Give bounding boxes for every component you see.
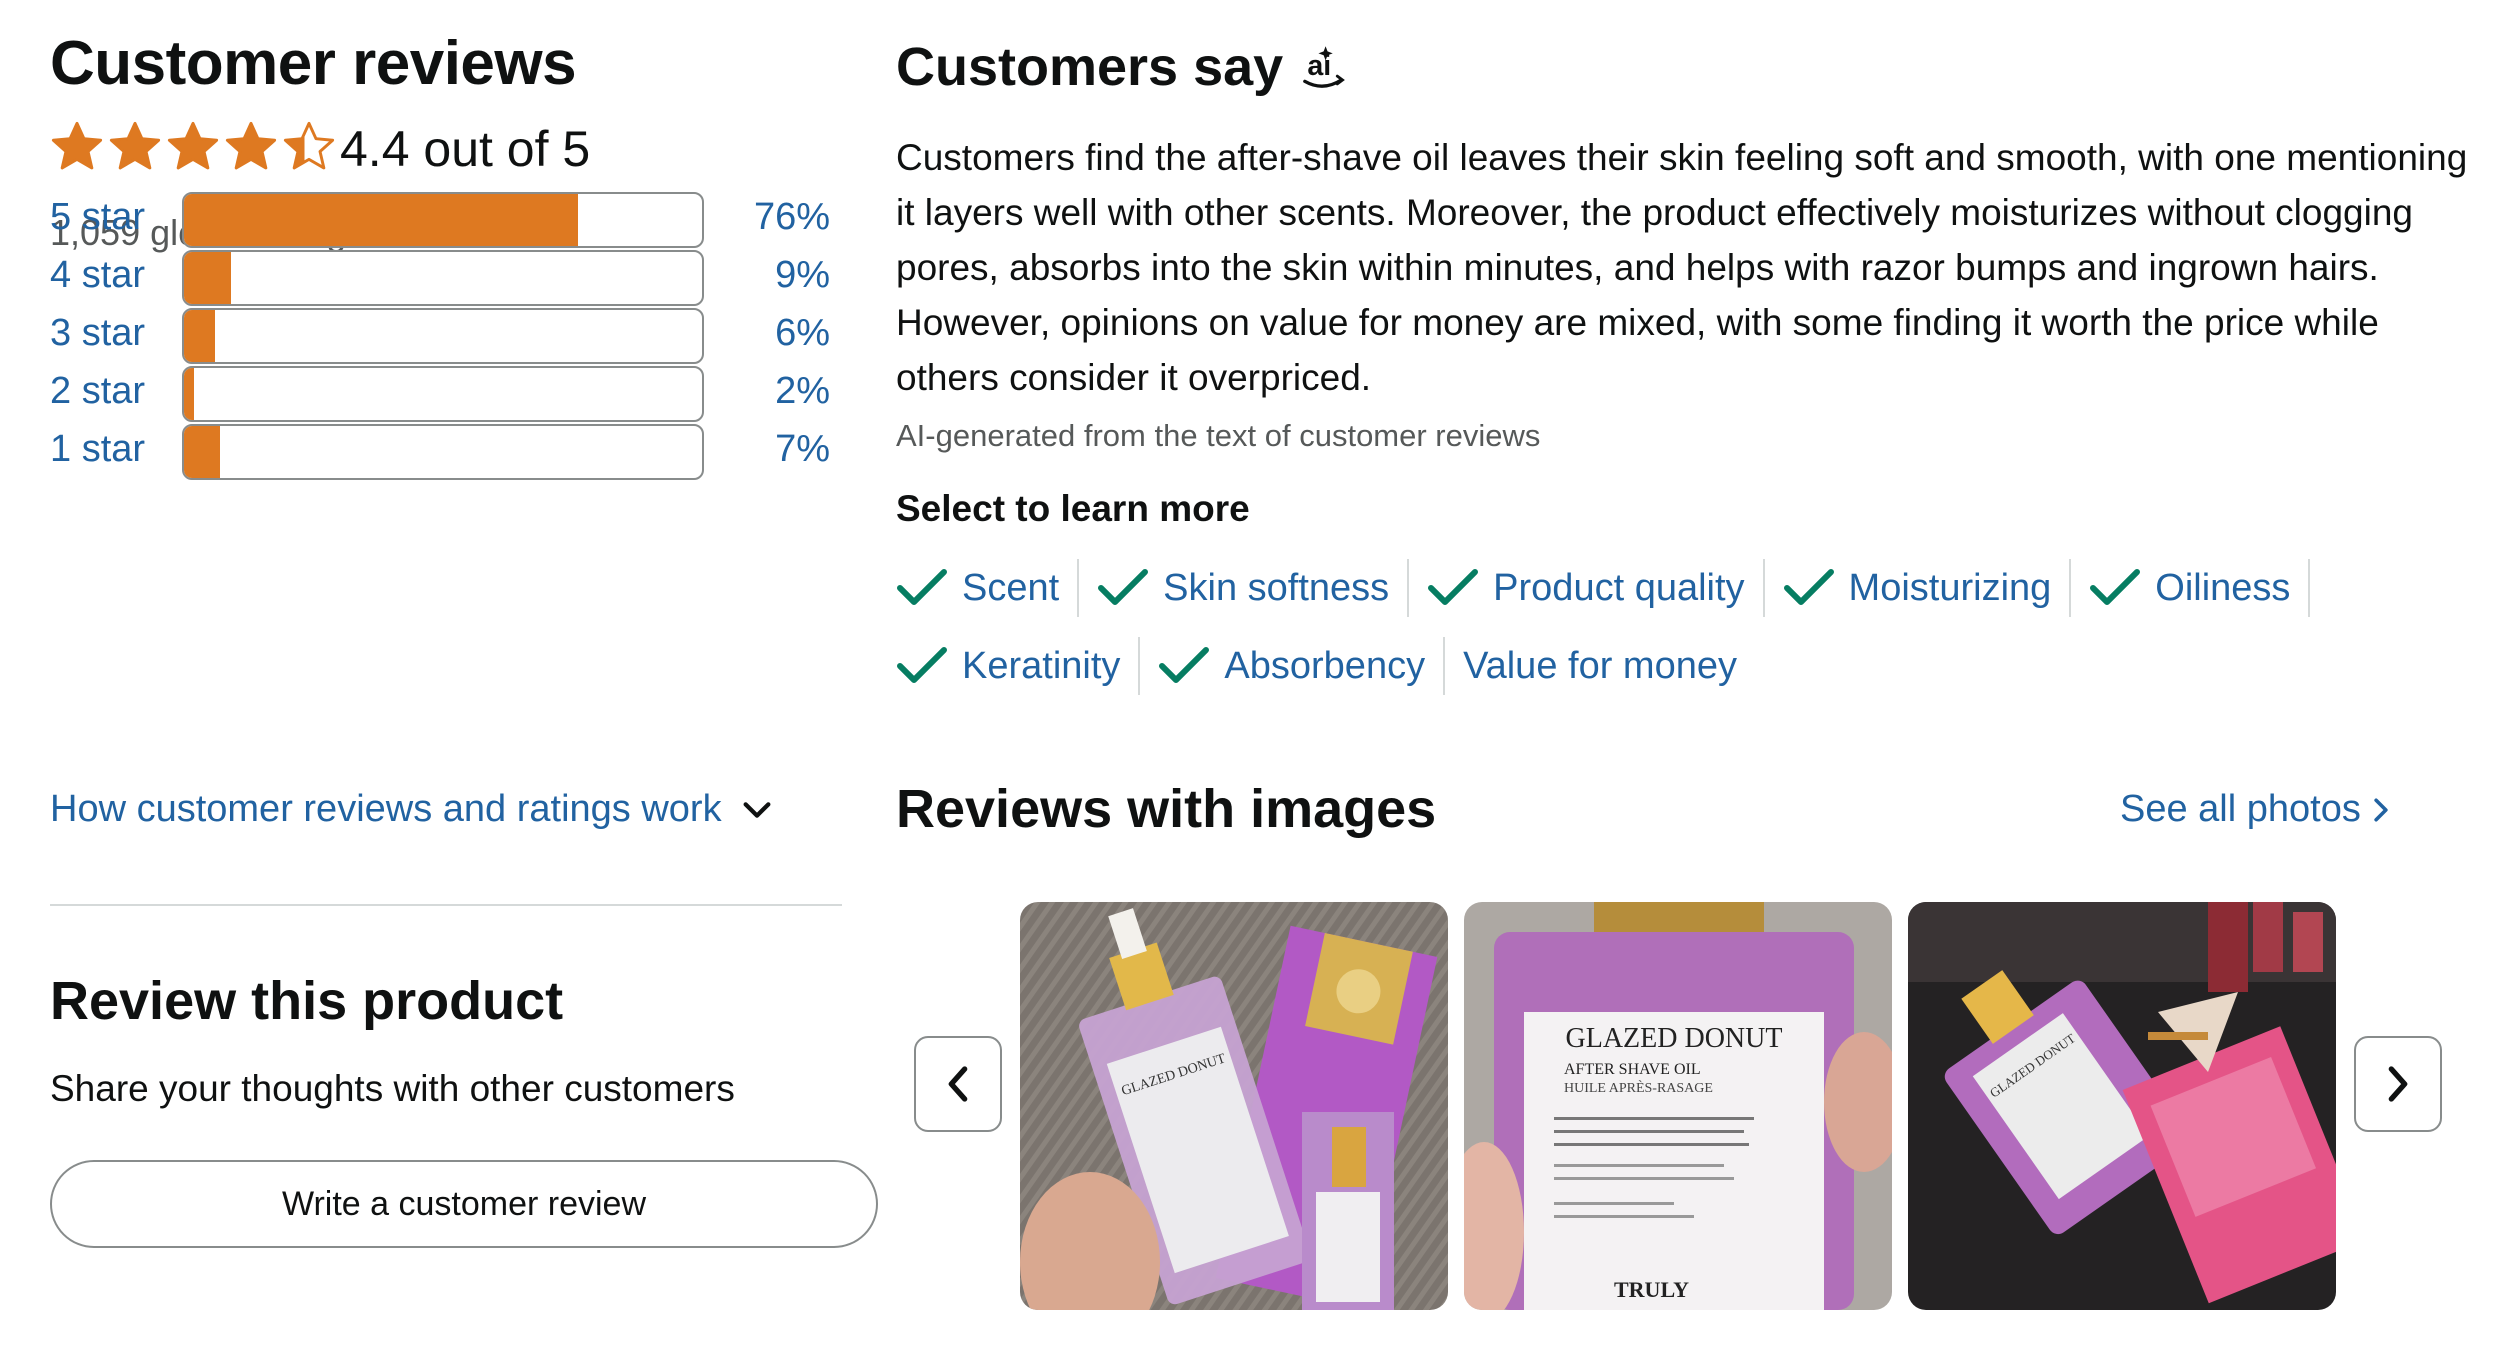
review-photo-1[interactable]: GLAZED DONUT xyxy=(1020,902,1448,1310)
histogram-label[interactable]: 1 star xyxy=(50,428,145,471)
photo-2-label-title: GLAZED DONUT xyxy=(1566,1023,1783,1054)
histogram-percent[interactable]: 6% xyxy=(775,312,830,355)
review-product-heading: Review this product xyxy=(50,971,564,1031)
histogram-bar[interactable] xyxy=(182,366,704,422)
aspect-chip-value-for-money[interactable]: Value for money xyxy=(1463,637,1755,695)
ai-generated-note: AI-generated from the text of customer r… xyxy=(896,418,1541,453)
aspect-label: Product quality xyxy=(1493,566,1745,609)
histogram-percent[interactable]: 2% xyxy=(775,370,830,413)
see-all-photos-link[interactable]: See all photos xyxy=(2120,788,2391,831)
histogram-row-2-star[interactable]: 2 star 2% xyxy=(50,366,830,424)
aspect-chip-skin-softness[interactable]: Skin softness xyxy=(1097,559,1410,617)
histogram-label[interactable]: 5 star xyxy=(50,196,145,239)
section-divider xyxy=(50,904,842,906)
see-all-photos-label: See all photos xyxy=(2120,788,2361,830)
customer-reviews-heading: Customer reviews xyxy=(50,29,577,98)
check-icon xyxy=(896,566,948,610)
check-icon xyxy=(1783,566,1835,610)
histogram-label[interactable]: 2 star xyxy=(50,370,145,413)
histogram-bar-fill xyxy=(184,310,216,362)
star-icon xyxy=(109,121,161,170)
review-photo-image: GLAZED DONUT xyxy=(1020,902,1448,1310)
star-icon xyxy=(283,121,335,170)
star-icon xyxy=(225,121,277,170)
photo-2-label-subtitle: AFTER SHAVE OIL xyxy=(1564,1061,1701,1078)
carousel-next-button[interactable] xyxy=(2354,1036,2442,1132)
histogram-bar[interactable] xyxy=(182,424,704,480)
histogram-bar-fill xyxy=(184,194,578,246)
histogram-bar[interactable] xyxy=(182,192,704,248)
histogram-bar-fill xyxy=(184,426,221,478)
review-photo-2[interactable]: GLAZED DONUT AFTER SHAVE OIL HUILE APRÈS… xyxy=(1464,902,1892,1310)
histogram-percent[interactable]: 7% xyxy=(775,428,830,471)
histogram-percent[interactable]: 9% xyxy=(775,254,830,297)
star-icon xyxy=(167,121,219,170)
chevron-right-icon xyxy=(2388,1066,2408,1102)
aspect-label: Absorbency xyxy=(1224,644,1426,687)
aspect-chip-product-quality[interactable]: Product quality xyxy=(1427,559,1765,617)
carousel-prev-button[interactable] xyxy=(914,1036,1002,1132)
check-icon xyxy=(1427,566,1479,610)
select-to-learn-heading: Select to learn more xyxy=(896,488,1250,529)
histogram-bar-fill xyxy=(184,252,231,304)
aspect-label: Value for money xyxy=(1463,644,1737,687)
histogram-label[interactable]: 3 star xyxy=(50,312,145,355)
review-photo-3[interactable]: GLAZED DONUT xyxy=(1908,902,2336,1310)
customers-say-title: Customers say xyxy=(896,37,1284,97)
aspect-label: Scent xyxy=(962,566,1060,609)
chevron-down-icon xyxy=(743,801,771,818)
aspect-label: Oiliness xyxy=(2155,566,2291,609)
photo-2-label-subtitle-fr: HUILE APRÈS-RASAGE xyxy=(1564,1079,1713,1096)
review-photo-image: GLAZED DONUT AFTER SHAVE OIL HUILE APRÈS… xyxy=(1464,902,1892,1310)
how-reviews-work-label: How customer reviews and ratings work xyxy=(50,788,722,830)
check-icon xyxy=(1097,566,1149,610)
star-icon xyxy=(51,121,103,170)
customers-say-summary: Customers find the after-shave oil leave… xyxy=(896,137,2468,398)
aspect-chip-moisturizing[interactable]: Moisturizing xyxy=(1783,559,2072,617)
histogram-bar[interactable] xyxy=(182,250,704,306)
aspect-chip-keratinity[interactable]: Keratinity xyxy=(896,637,1141,695)
chevron-right-icon xyxy=(2374,797,2388,822)
aspect-label: Moisturizing xyxy=(1848,566,2052,609)
review-product-subtitle: Share your thoughts with other customers xyxy=(50,1068,735,1109)
aspect-chip-oiliness[interactable]: Oiliness xyxy=(2089,559,2311,617)
photo-2-brand-text: TRULY xyxy=(1614,1277,1689,1302)
histogram-row-3-star[interactable]: 3 star 6% xyxy=(50,308,830,366)
histogram-row-1-star[interactable]: 1 star 7% xyxy=(50,424,830,482)
check-icon xyxy=(2089,566,2141,610)
histogram-bar-fill xyxy=(184,368,195,420)
aspect-chip-scent[interactable]: Scent xyxy=(896,559,1080,617)
write-review-button[interactable]: Write a customer review xyxy=(50,1160,878,1248)
aspect-label: Keratinity xyxy=(962,644,1121,687)
histogram-row-4-star[interactable]: 4 star 9% xyxy=(50,250,830,308)
star-rating[interactable] xyxy=(50,120,336,174)
aspect-chip-absorbency[interactable]: Absorbency xyxy=(1158,637,1446,695)
how-reviews-work-link[interactable]: How customer reviews and ratings work xyxy=(50,788,774,831)
review-photo-image: GLAZED DONUT xyxy=(1908,902,2336,1310)
histogram-bar[interactable] xyxy=(182,308,704,364)
ai-sparkle-icon: ai xyxy=(1303,46,1346,88)
histogram-percent[interactable]: 76% xyxy=(754,196,830,239)
check-icon xyxy=(1158,644,1210,688)
customers-say-heading: Customers say ai xyxy=(896,36,1349,98)
aspect-row-2: Keratinity Absorbency Value for money xyxy=(896,637,1773,695)
aspect-row-1: Scent Skin softness Product quality Mois… xyxy=(896,559,2328,617)
histogram-row-5-star[interactable]: 5 star 76% xyxy=(50,192,830,250)
rating-summary-text[interactable]: 4.4 out of 5 xyxy=(340,120,590,178)
histogram-label[interactable]: 4 star xyxy=(50,254,145,297)
aspect-label: Skin softness xyxy=(1163,566,1390,609)
reviews-with-images-heading: Reviews with images xyxy=(896,779,1437,839)
check-icon xyxy=(896,644,948,688)
chevron-left-icon xyxy=(948,1066,968,1102)
